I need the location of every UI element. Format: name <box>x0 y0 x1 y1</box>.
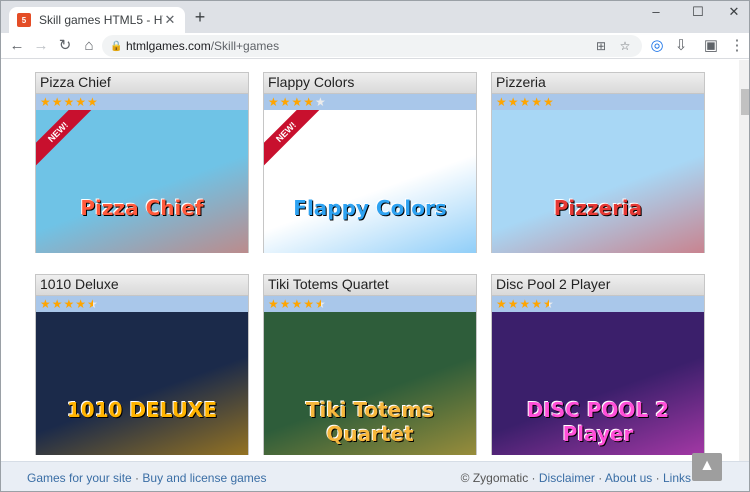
game-thumbnail[interactable]: Tiki Totems Quartet <box>264 312 476 455</box>
page-content: Pizza Chief ★★★★★ Pizza Chief NEW! Flappy Co… <box>1 60 749 461</box>
tab-strip: 5 Skill games HTML5 - HTMLGam ✕ + – ☐ ✕ <box>1 1 749 33</box>
game-card[interactable]: Tiki Totems Quartet ★★★★★ Tiki Totems Quar… <box>263 274 477 455</box>
game-thumbnail[interactable]: Pizzeria <box>492 110 704 253</box>
page-footer: Games for your site · Buy and license ga… <box>1 461 749 491</box>
game-title[interactable]: Tiki Totems Quartet <box>264 275 476 296</box>
rating-stars: ★★★★★ <box>264 296 476 312</box>
game-thumbnail[interactable]: Flappy Colors NEW! <box>264 110 476 253</box>
game-card[interactable]: Pizzeria ★★★★★ Pizzeria <box>491 72 705 253</box>
game-thumbnail[interactable]: 1010 DELUXE <box>36 312 248 455</box>
scrollbar-track[interactable] <box>739 60 749 461</box>
browser-toolbar: ← → ↻ ⌂ 🔒 htmlgames.com/Skill+games ⊞ ☆ … <box>1 33 749 59</box>
game-title[interactable]: Disc Pool 2 Player <box>492 275 704 296</box>
html5-favicon-icon: 5 <box>17 13 31 27</box>
games-for-your-site-link[interactable]: Games for your site <box>27 471 132 485</box>
back-icon[interactable]: ← <box>7 36 27 56</box>
forward-icon[interactable]: → <box>31 36 51 56</box>
minimize-button[interactable]: – <box>635 1 677 25</box>
reload-icon[interactable]: ↻ <box>55 36 75 56</box>
new-tab-button[interactable]: + <box>191 8 209 27</box>
links-link[interactable]: Links <box>663 471 691 485</box>
scrollbar-thumb[interactable] <box>741 89 749 115</box>
game-art-title: Tiki Totems Quartet <box>305 398 435 446</box>
browser-window: 5 Skill games HTML5 - HTMLGam ✕ + – ☐ ✕ … <box>0 0 750 492</box>
extension-icon[interactable]: ◎ <box>647 36 667 56</box>
bookmark-star-icon[interactable]: ☆ <box>616 39 634 53</box>
new-badge: NEW! <box>36 110 92 166</box>
game-art-title: Flappy Colors <box>293 196 447 220</box>
arrow-up-icon: ▲ <box>699 457 715 474</box>
game-card[interactable]: Flappy Colors ★★★★★ Flappy Colors NEW! <box>263 72 477 253</box>
game-art-title: DISC POOL 2 Player <box>526 398 670 446</box>
buy-license-link[interactable]: Buy and license games <box>142 471 266 485</box>
rating-stars: ★★★★★ <box>492 94 704 110</box>
game-art-title: Pizzeria <box>553 196 643 220</box>
game-card[interactable]: Disc Pool 2 Player ★★★★★ DISC POOL 2 Playe… <box>491 274 705 455</box>
tab-title: Skill games HTML5 - HTMLGam <box>39 13 163 27</box>
disclaimer-link[interactable]: Disclaimer <box>539 471 595 485</box>
scroll-to-top-button[interactable]: ▲ <box>692 453 722 481</box>
game-art-title: 1010 DELUXE <box>66 398 218 422</box>
game-card[interactable]: 1010 Deluxe ★★★★★ 1010 DELUXE <box>35 274 249 455</box>
url-text: htmlgames.com/Skill+games <box>126 39 280 53</box>
rating-stars: ★★★★★ <box>492 296 704 312</box>
game-card[interactable]: Pizza Chief ★★★★★ Pizza Chief NEW! <box>35 72 249 253</box>
rating-stars: ★★★★★ <box>264 94 476 110</box>
menu-icon[interactable]: ⋮ <box>727 36 747 56</box>
game-title[interactable]: Pizza Chief <box>36 73 248 94</box>
game-thumbnail[interactable]: DISC POOL 2 Player <box>492 312 704 455</box>
new-badge: NEW! <box>264 110 320 166</box>
lock-icon: 🔒 <box>110 40 123 52</box>
game-art-title: Pizza Chief <box>80 196 204 220</box>
game-title[interactable]: 1010 Deluxe <box>36 275 248 296</box>
game-thumbnail[interactable]: Pizza Chief NEW! <box>36 110 248 253</box>
address-bar[interactable]: 🔒 htmlgames.com/Skill+games ⊞ ☆ <box>102 35 642 57</box>
game-title[interactable]: Flappy Colors <box>264 73 476 94</box>
copyright-text: © Zygomatic <box>460 471 529 485</box>
about-us-link[interactable]: About us <box>605 471 652 485</box>
profile-icon[interactable]: ▣ <box>701 36 721 56</box>
rating-stars: ★★★★★ <box>36 296 248 312</box>
close-window-button[interactable]: ✕ <box>713 1 749 25</box>
game-title[interactable]: Pizzeria <box>492 73 704 94</box>
translate-icon[interactable]: ⊞ <box>592 39 610 53</box>
home-icon[interactable]: ⌂ <box>79 36 99 56</box>
close-tab-icon[interactable]: ✕ <box>163 12 177 28</box>
download-icon[interactable]: ⇩ <box>671 36 691 56</box>
browser-tab[interactable]: 5 Skill games HTML5 - HTMLGam ✕ <box>9 7 185 33</box>
rating-stars: ★★★★★ <box>36 94 248 110</box>
